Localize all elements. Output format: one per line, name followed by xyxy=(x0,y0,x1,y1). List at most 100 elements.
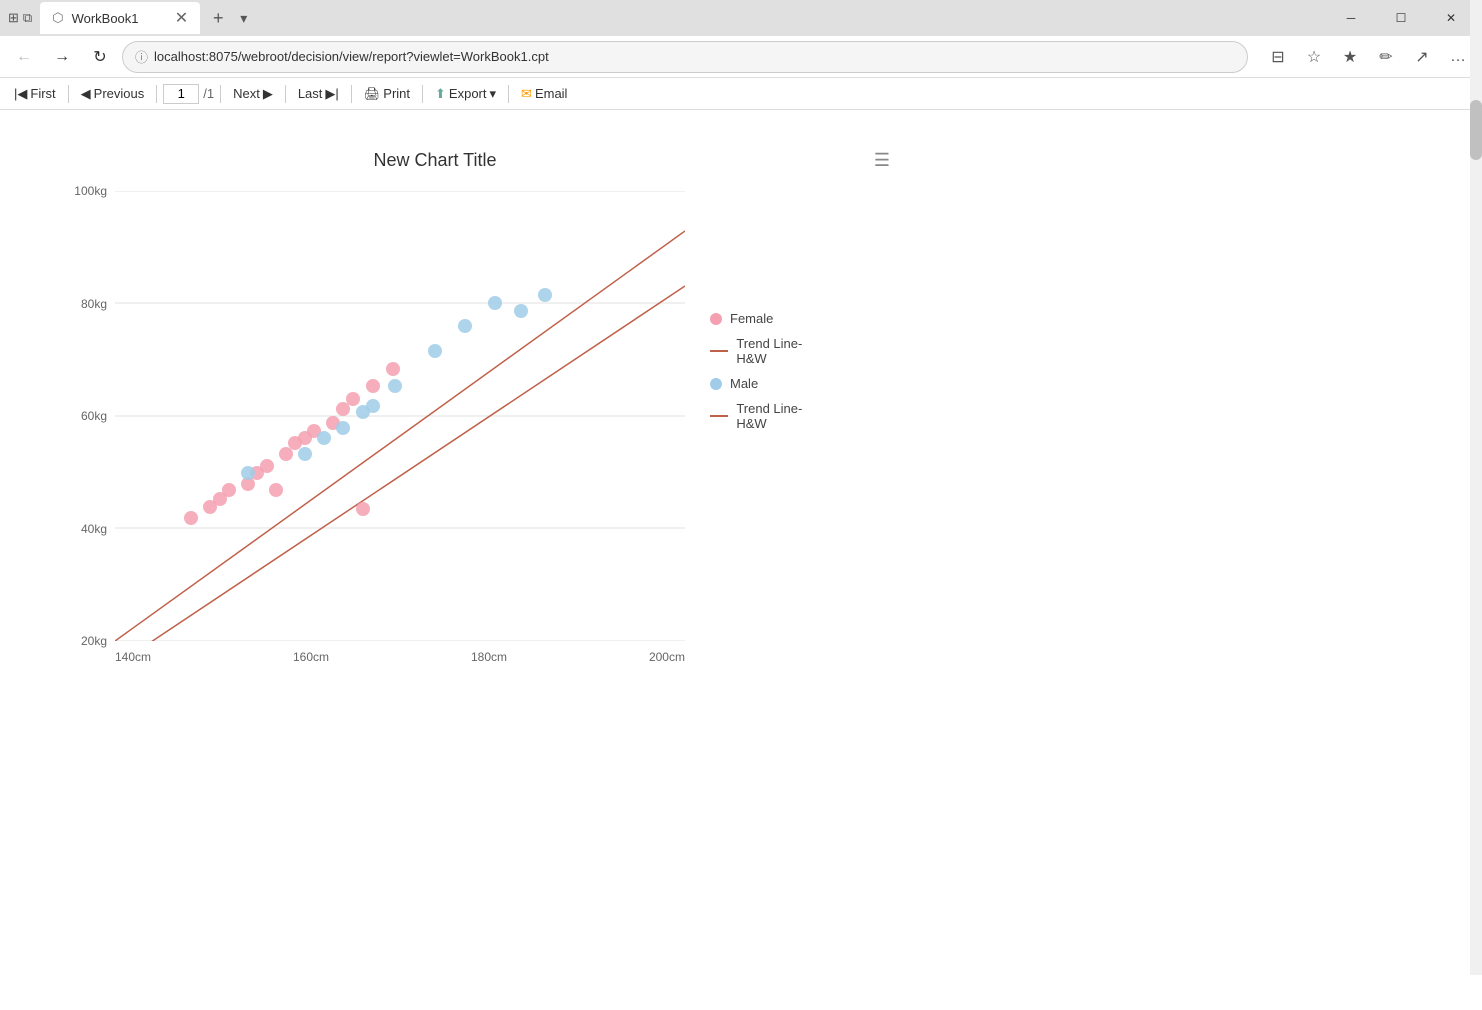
last-label: Last xyxy=(298,86,323,101)
female-dot xyxy=(366,379,380,393)
tab-page-icon: ⬡ xyxy=(52,10,63,26)
last-button[interactable]: Last ▶| xyxy=(292,84,345,104)
notes-button[interactable]: ✏ xyxy=(1370,41,1402,73)
female-dot xyxy=(346,392,360,406)
next-button[interactable]: Next ▶ xyxy=(227,84,279,104)
legend-male-trend-label: Trend Line-H&W xyxy=(736,401,810,431)
reload-button[interactable]: ↻ xyxy=(84,41,116,73)
legend-female-trend-line xyxy=(710,350,728,352)
male-dot xyxy=(428,344,442,358)
first-button[interactable]: |◀ First xyxy=(8,84,62,104)
email-icon: ✉ xyxy=(521,86,532,102)
y-label-20kg: 20kg xyxy=(81,634,107,648)
male-dot xyxy=(317,431,331,445)
male-dot xyxy=(538,288,552,302)
chart-svg xyxy=(115,191,685,641)
page-number-input[interactable] xyxy=(163,84,199,104)
favorites-bar-button[interactable]: ★ xyxy=(1334,41,1366,73)
x-axis: 140cm 160cm 180cm 200cm xyxy=(115,646,685,664)
legend-female-label: Female xyxy=(730,311,773,326)
print-icon: 🖨 xyxy=(364,86,381,102)
export-dropdown-icon: ▾ xyxy=(490,86,497,102)
chart-title: New Chart Title xyxy=(60,150,810,171)
export-label: Export xyxy=(449,86,487,101)
female-dot xyxy=(260,459,274,473)
y-label-100kg: 100kg xyxy=(74,184,107,198)
browser-chrome: ⊞ ⧉ ⬡ WorkBook1 ✕ + ▾ ─ ☐ ✕ ← → ↻ ⓘ loca… xyxy=(0,0,1482,78)
next-label: Next xyxy=(233,86,260,101)
next-icon: ▶ xyxy=(263,86,273,102)
x-label-140: 140cm xyxy=(115,650,151,664)
legend-male-trend: Trend Line-H&W xyxy=(710,401,810,431)
male-dot xyxy=(388,379,402,393)
favorite-button[interactable]: ☆ xyxy=(1298,41,1330,73)
print-button[interactable]: 🖨 Print xyxy=(358,84,416,104)
restore-icon: ⧉ xyxy=(23,10,32,26)
female-dot xyxy=(222,483,236,497)
y-axis: 100kg 80kg 60kg 40kg 20kg xyxy=(60,191,115,641)
chart-container: New Chart Title ☰ 100kg 80kg 60kg 40kg 2… xyxy=(60,150,810,664)
first-icon: |◀ xyxy=(14,86,27,102)
legend-male: Male xyxy=(710,376,810,391)
tab-title: WorkBook1 xyxy=(72,11,167,26)
x-label-200: 200cm xyxy=(649,650,685,664)
last-icon: ▶| xyxy=(325,86,338,102)
navigation-bar: ← → ↻ ⓘ localhost:8075/webroot/decision/… xyxy=(0,36,1482,78)
chart-menu-icon[interactable]: ☰ xyxy=(874,150,890,171)
browser-nav-icons: ⊟ ☆ ★ ✏ ↗ … xyxy=(1262,41,1474,73)
share-button[interactable]: ↗ xyxy=(1406,41,1438,73)
separator-1 xyxy=(68,85,69,103)
female-dot xyxy=(336,402,350,416)
export-button[interactable]: ⬆ Export ▾ xyxy=(429,84,502,104)
legend-female-trend: Trend Line-H&W xyxy=(710,336,810,366)
security-icon: ⓘ xyxy=(135,47,148,66)
female-dot xyxy=(356,502,370,516)
tab-more-button[interactable]: ▾ xyxy=(236,10,251,27)
minimize-button[interactable]: ─ xyxy=(1328,2,1374,34)
maximize-button[interactable]: ☐ xyxy=(1378,2,1424,34)
title-bar: ⊞ ⧉ ⬡ WorkBook1 ✕ + ▾ ─ ☐ ✕ xyxy=(0,0,1482,36)
back-button[interactable]: ← xyxy=(8,41,40,73)
male-dot xyxy=(298,447,312,461)
male-dot xyxy=(514,304,528,318)
forward-button[interactable]: → xyxy=(46,41,78,73)
address-bar[interactable]: ⓘ localhost:8075/webroot/decision/view/r… xyxy=(122,41,1248,73)
separator-7 xyxy=(508,85,509,103)
legend-male-trend-line xyxy=(710,415,728,417)
separator-5 xyxy=(351,85,352,103)
report-toolbar: |◀ First ◀ Previous /1 Next ▶ Last ▶| 🖨 … xyxy=(0,78,1482,110)
chart-legend: Female Trend Line-H&W Male Trend Line-H&… xyxy=(710,311,810,441)
url-text: localhost:8075/webroot/decision/view/rep… xyxy=(154,49,1235,64)
chart-svg-wrapper: 140cm 160cm 180cm 200cm xyxy=(115,191,685,664)
email-button[interactable]: ✉ Email xyxy=(515,84,573,104)
legend-male-label: Male xyxy=(730,376,758,391)
x-label-180: 180cm xyxy=(471,650,507,664)
female-dot xyxy=(386,362,400,376)
female-dot xyxy=(269,483,283,497)
separator-3 xyxy=(220,85,221,103)
email-label: Email xyxy=(535,86,568,101)
previous-icon: ◀ xyxy=(81,86,91,102)
separator-4 xyxy=(285,85,286,103)
separator-2 xyxy=(156,85,157,103)
y-label-40kg: 40kg xyxy=(81,522,107,536)
legend-male-dot xyxy=(710,378,722,390)
active-tab[interactable]: ⬡ WorkBook1 ✕ xyxy=(40,2,200,34)
previous-button[interactable]: ◀ Previous xyxy=(75,84,151,104)
scrollbar-thumb[interactable] xyxy=(1470,100,1482,160)
tab-icon: ⊞ xyxy=(8,10,19,26)
tab-close-button[interactable]: ✕ xyxy=(175,8,188,28)
new-tab-button[interactable]: + xyxy=(204,4,232,32)
y-label-60kg: 60kg xyxy=(81,409,107,423)
female-trend-line xyxy=(115,286,685,641)
male-dot xyxy=(241,466,255,480)
content-area: New Chart Title ☰ 100kg 80kg 60kg 40kg 2… xyxy=(0,110,1482,1010)
scrollbar[interactable] xyxy=(1470,0,1482,975)
female-dot xyxy=(279,447,293,461)
legend-female: Female xyxy=(710,311,810,326)
male-dot xyxy=(336,421,350,435)
previous-label: Previous xyxy=(94,86,145,101)
close-button[interactable]: ✕ xyxy=(1428,2,1474,34)
chart-body: 100kg 80kg 60kg 40kg 20kg xyxy=(60,191,810,664)
split-view-button[interactable]: ⊟ xyxy=(1262,41,1294,73)
